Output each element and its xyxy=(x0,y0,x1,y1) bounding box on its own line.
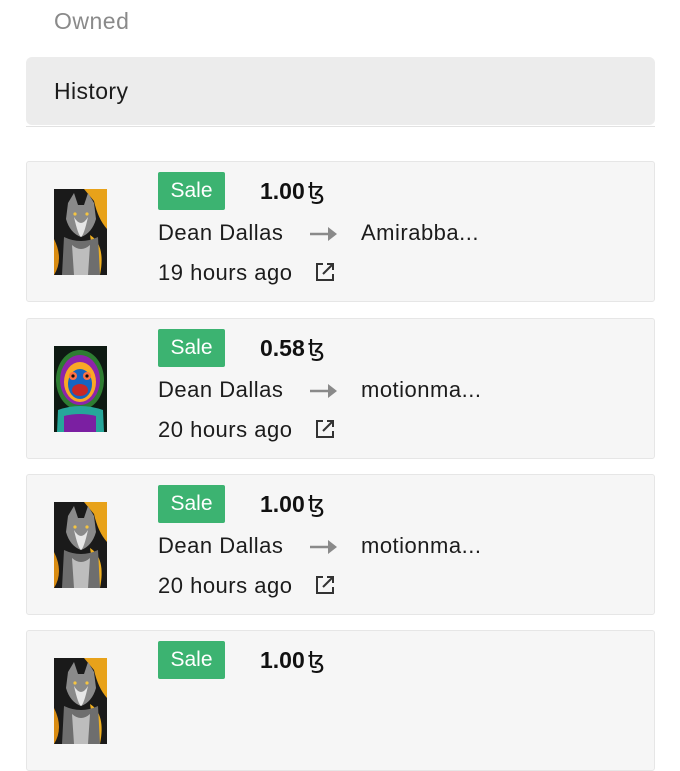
history-item: Sale 1.00 ꜩ xyxy=(26,630,655,771)
history-item: Sale 0.58 ꜩ Dean Dallas motionma... 20 hours … xyxy=(26,318,655,459)
tab-history[interactable]: History xyxy=(26,57,655,125)
sale-badge: Sale xyxy=(158,329,225,367)
tez-currency-icon: ꜩ xyxy=(307,646,325,674)
sale-price: 1.00 ꜩ xyxy=(260,643,325,677)
buyer-name[interactable]: motionma... xyxy=(361,377,481,403)
seller-name[interactable]: Dean Dallas xyxy=(158,220,283,246)
timestamp: 20 hours ago xyxy=(158,417,293,442)
seller-name[interactable]: Dean Dallas xyxy=(158,377,283,403)
external-link-icon[interactable] xyxy=(314,418,336,440)
sale-badge: Sale xyxy=(158,641,225,679)
tez-currency-icon: ꜩ xyxy=(307,177,325,205)
tab-owned[interactable]: Owned xyxy=(54,8,129,35)
external-link-icon[interactable] xyxy=(314,574,336,596)
external-link-icon[interactable] xyxy=(314,261,336,283)
timestamp: 20 hours ago xyxy=(158,573,293,598)
history-item: Sale 1.00 ꜩ Dean Dallas Amirabba... 19 hours … xyxy=(26,161,655,302)
token-thumbnail[interactable] xyxy=(54,189,107,275)
tez-currency-icon: ꜩ xyxy=(307,490,325,518)
arrow-right-icon xyxy=(308,222,340,246)
price-value: 1.00 xyxy=(260,646,305,673)
history-item: Sale 1.00 ꜩ Dean Dallas motionma... 20 hours … xyxy=(26,474,655,615)
arrow-right-icon xyxy=(308,379,340,403)
price-value: 1.00 xyxy=(260,177,305,204)
sale-price: 0.58 ꜩ xyxy=(260,331,325,365)
seller-name[interactable]: Dean Dallas xyxy=(158,533,283,559)
sale-badge: Sale xyxy=(158,485,225,523)
arrow-right-icon xyxy=(308,535,340,559)
tab-divider xyxy=(26,126,655,127)
sale-price: 1.00 ꜩ xyxy=(260,487,325,521)
sale-price: 1.00 ꜩ xyxy=(260,174,325,208)
price-value: 1.00 xyxy=(260,490,305,517)
token-thumbnail[interactable] xyxy=(54,502,107,588)
buyer-name[interactable]: Amirabba... xyxy=(361,220,479,246)
sale-badge: Sale xyxy=(158,172,225,210)
tez-currency-icon: ꜩ xyxy=(307,334,325,362)
timestamp: 19 hours ago xyxy=(158,260,293,285)
price-value: 0.58 xyxy=(260,334,305,361)
token-thumbnail[interactable] xyxy=(54,346,107,432)
token-thumbnail[interactable] xyxy=(54,658,107,744)
tab-history-label: History xyxy=(54,77,129,104)
buyer-name[interactable]: motionma... xyxy=(361,533,481,559)
